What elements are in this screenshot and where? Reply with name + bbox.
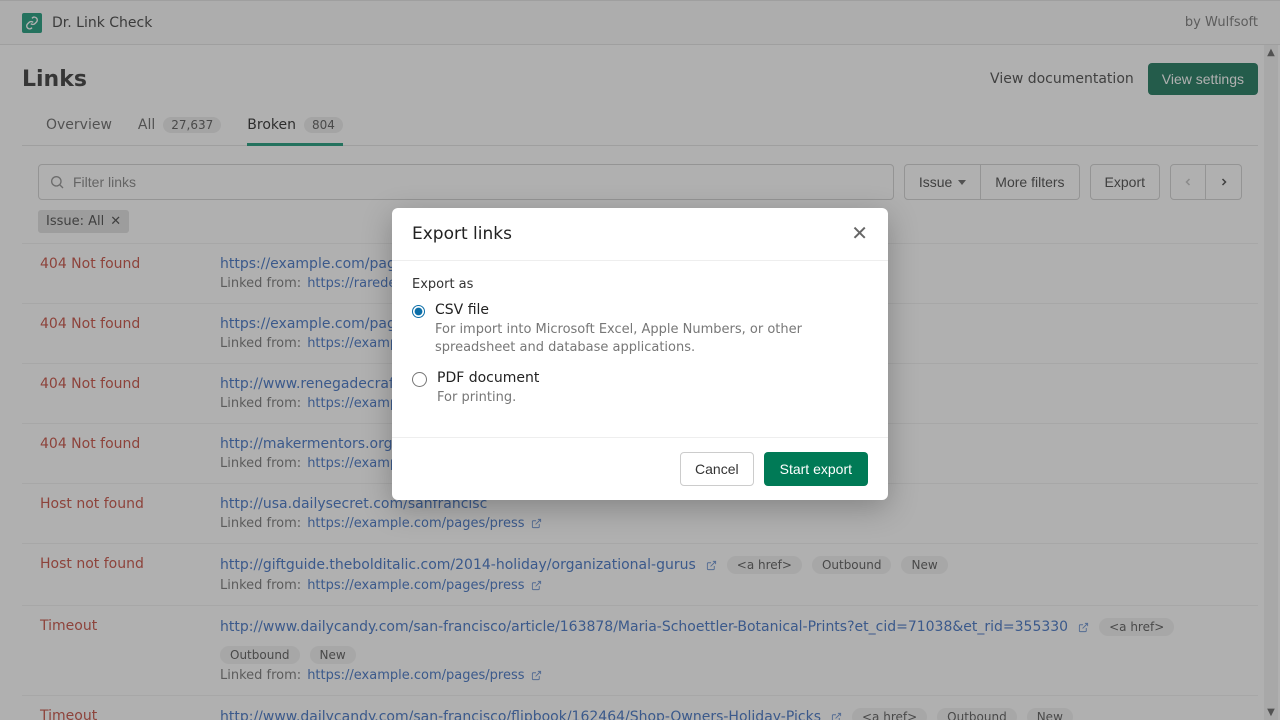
modal-close-button[interactable]: ✕ [851,224,868,244]
pdf-desc: For printing. [437,389,539,407]
pdf-radio[interactable] [412,372,427,387]
csv-title: CSV file [435,302,868,318]
export-as-label: Export as [412,277,868,292]
pdf-title: PDF document [437,370,539,386]
export-option-csv[interactable]: CSV file For import into Microsoft Excel… [412,302,868,356]
cancel-button[interactable]: Cancel [680,452,754,486]
export-links-modal: Export links ✕ Export as CSV file For im… [392,208,888,500]
modal-body: Export as CSV file For import into Micro… [392,261,888,437]
modal-header: Export links ✕ [392,208,888,261]
csv-radio[interactable] [412,304,425,319]
modal-title: Export links [412,224,512,244]
start-export-button[interactable]: Start export [764,452,868,486]
csv-desc: For import into Microsoft Excel, Apple N… [435,321,868,356]
modal-footer: Cancel Start export [392,437,888,500]
modal-overlay: Export links ✕ Export as CSV file For im… [0,0,1280,720]
export-option-pdf[interactable]: PDF document For printing. [412,370,868,407]
